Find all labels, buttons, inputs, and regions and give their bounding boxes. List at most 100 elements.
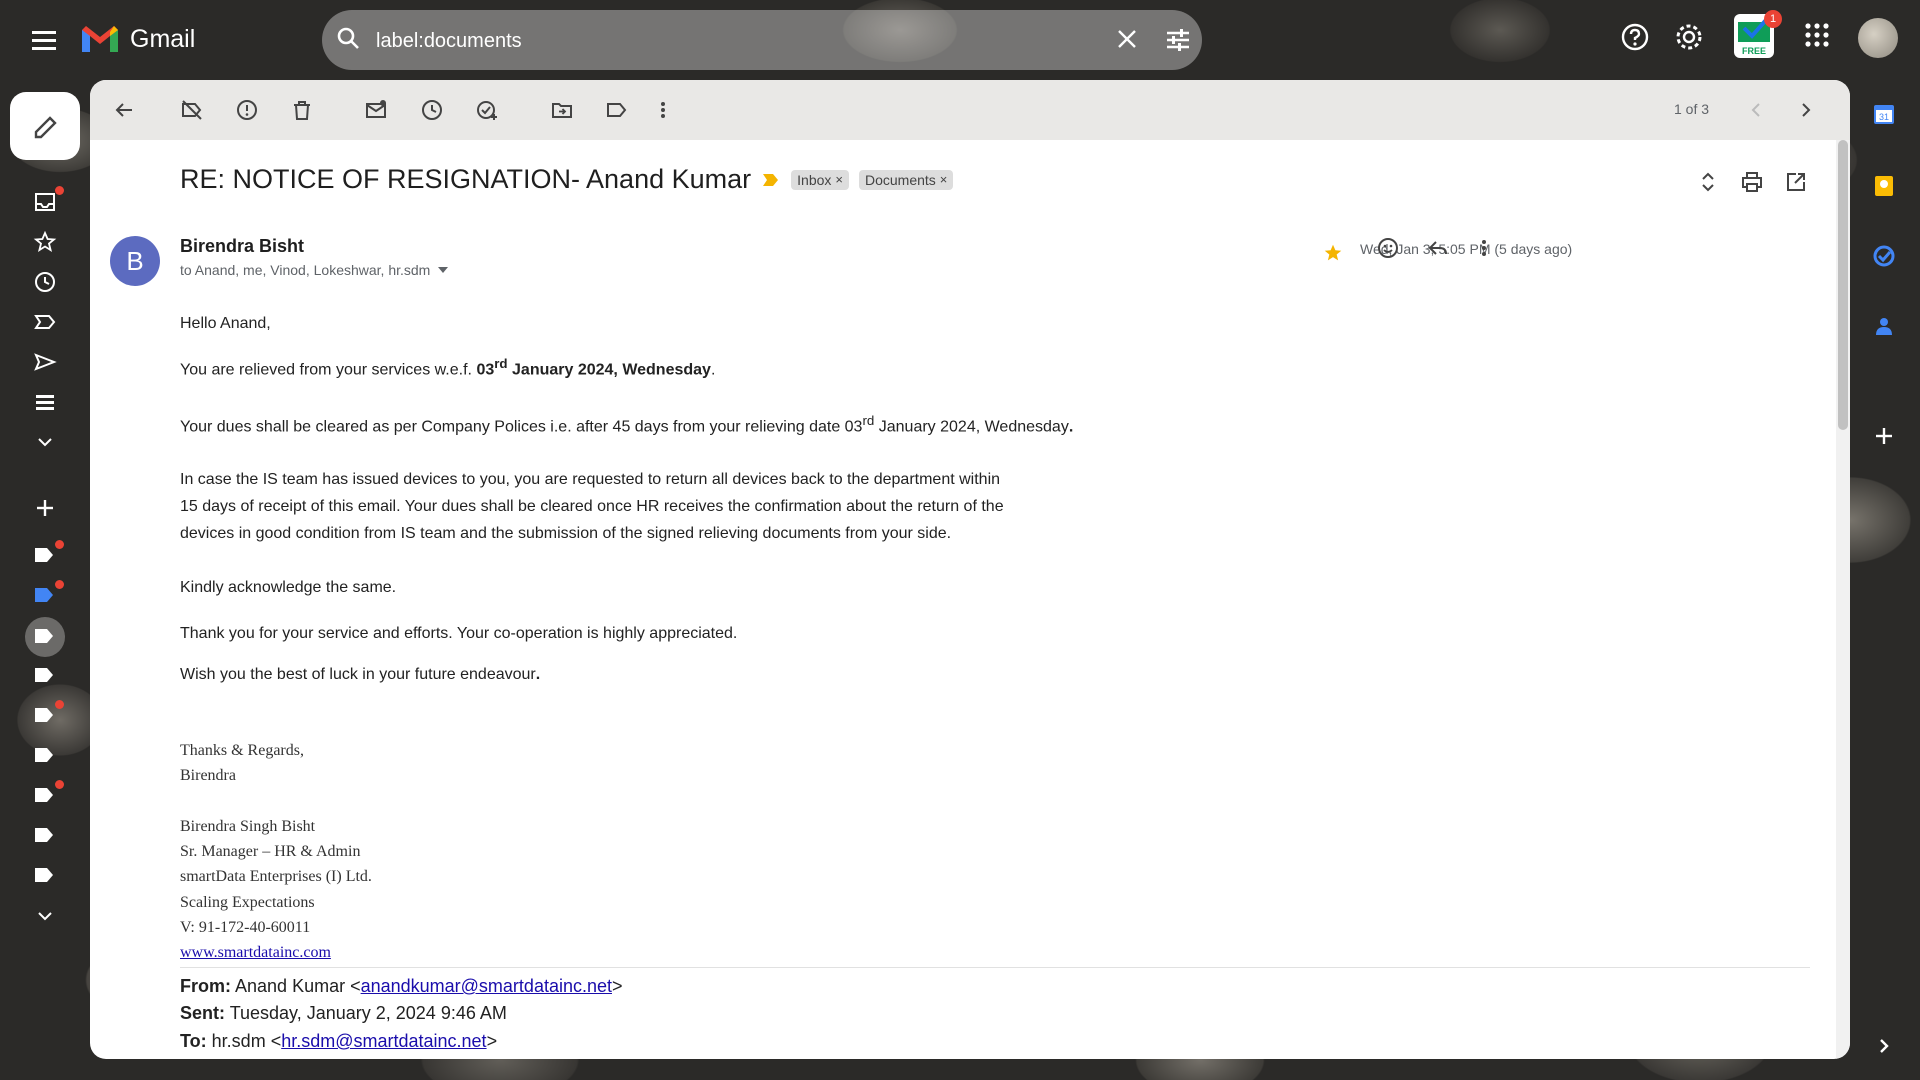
quoted-sent: Sent: Tuesday, January 2, 2024 9:46 AM (180, 1003, 507, 1023)
older-chevron-right-icon[interactable] (1794, 98, 1818, 122)
sent-icon[interactable] (33, 350, 57, 374)
search-input[interactable] (374, 24, 1068, 58)
sender-name[interactable]: Birendra Bisht (180, 236, 304, 257)
show-side-panel-chevron-icon[interactable] (1872, 1034, 1896, 1058)
label-tag-icon[interactable] (33, 546, 55, 564)
remove-label-icon[interactable]: × (835, 172, 843, 187)
back-arrow-icon[interactable] (112, 98, 136, 122)
newer-chevron-left-icon[interactable] (1744, 98, 1768, 122)
remove-label-icon[interactable]: × (940, 172, 948, 187)
star-filled-icon[interactable] (1322, 242, 1344, 264)
recipients: to Anand, me, Vinod, Lokeshwar, hr.sdm (180, 262, 450, 278)
signature-company: smartData Enterprises (I) Ltd. (180, 868, 372, 885)
top-bar: Gmail FREE 1 (0, 0, 1920, 80)
signature-full-name: Birendra Singh Bisht (180, 818, 316, 835)
website-link[interactable]: www.smartdatainc.com (180, 944, 331, 961)
print-icon[interactable] (1740, 170, 1764, 194)
signature-title: Sr. Manager – HR & Admin (180, 843, 361, 860)
label-chip-documents[interactable]: Documents × (858, 169, 954, 190)
signature-phone: V: 91-172-40-60011 (180, 919, 311, 936)
email-subject: RE: NOTICE OF RESIGNATION- Anand Kumar (180, 164, 752, 194)
label-tag-icon[interactable] (33, 866, 55, 884)
unread-dot (55, 540, 64, 549)
subject-row: RE: NOTICE OF RESIGNATION- Anand Kumar I… (180, 164, 954, 195)
label-tag-icon[interactable] (33, 786, 55, 804)
inbox-icon[interactable] (33, 190, 57, 214)
calendar-icon[interactable]: 31 (1872, 102, 1896, 126)
open-new-window-icon[interactable] (1784, 170, 1808, 194)
svg-text:31: 31 (1879, 112, 1889, 122)
settings-gear-icon[interactable] (1674, 22, 1704, 52)
clear-search-icon[interactable] (1114, 26, 1140, 52)
scrollbar[interactable] (1836, 140, 1850, 1059)
label-tag-icon[interactable] (33, 746, 55, 764)
search-icon[interactable] (336, 26, 362, 52)
starred-icon[interactable] (33, 230, 57, 254)
to-email-link[interactable]: hr.sdm@smartdatainc.net (281, 1031, 486, 1051)
gmail-logo[interactable]: Gmail (80, 24, 195, 54)
signature-website: www.smartdatainc.com (180, 944, 331, 962)
label-documents-icon[interactable] (33, 627, 55, 645)
show-details-chevron-icon[interactable] (436, 263, 450, 277)
label-tag-icon[interactable] (33, 826, 55, 844)
important-marker-icon[interactable] (761, 172, 781, 188)
all-mail-icon[interactable] (33, 390, 57, 414)
tasks-icon[interactable] (1872, 244, 1896, 268)
message-more-options-icon[interactable] (1478, 236, 1490, 260)
sender-avatar[interactable]: B (110, 236, 160, 286)
signature-tagline: Scaling Expectations (180, 894, 315, 911)
add-task-icon[interactable] (475, 98, 499, 122)
recipients-text: to Anand, me, Vinod, Lokeshwar, hr.sdm (180, 262, 431, 278)
body-paragraph-2: Your dues shall be cleared as per Compan… (180, 413, 1074, 436)
label-tag-icon[interactable] (33, 666, 55, 684)
badge-label: FREE (1741, 46, 1766, 56)
get-addons-plus-icon[interactable] (1872, 424, 1896, 448)
report-icon[interactable] (235, 98, 259, 122)
body-paragraph-3: In case the IS team has issued devices t… (180, 471, 1004, 542)
keep-notes-icon[interactable] (1872, 174, 1896, 198)
more-chevron-down-icon[interactable] (33, 430, 57, 454)
body-paragraph-1: You are relieved from your services w.e.… (180, 356, 716, 379)
label-tag-icon[interactable] (33, 706, 55, 724)
label-tag-blue-icon[interactable] (33, 586, 55, 604)
report-spam-tag-icon[interactable] (180, 98, 204, 122)
add-reaction-emoji-icon[interactable] (1376, 236, 1400, 260)
search-bar (322, 10, 1202, 70)
from-email-link[interactable]: anandkumar@smartdatainc.net (361, 976, 612, 996)
scrollbar-thumb[interactable] (1838, 140, 1848, 430)
create-label-plus-icon[interactable] (33, 496, 57, 520)
label-chip-inbox[interactable]: Inbox × (791, 169, 849, 190)
quoted-to: To: hr.sdm <hr.sdm@smartdatainc.net> (180, 1031, 498, 1051)
delete-trash-icon[interactable] (290, 98, 314, 122)
reply-arrow-icon[interactable] (1426, 236, 1450, 260)
gmail-m-icon (82, 26, 118, 52)
greeting: Hello Anand, (180, 315, 271, 332)
expand-all-icon[interactable] (1696, 170, 1720, 194)
notification-count: 1 (1764, 10, 1782, 28)
move-to-folder-icon[interactable] (550, 98, 574, 122)
main-menu-icon[interactable] (28, 26, 62, 54)
unread-dot (55, 700, 64, 709)
mark-unread-icon[interactable] (364, 98, 388, 122)
pagination-count: 1 of 3 (1674, 101, 1710, 117)
label-icon[interactable] (605, 98, 629, 122)
addon-free-badge[interactable]: FREE 1 (1734, 10, 1782, 58)
apps-grid-icon[interactable] (1804, 22, 1830, 48)
email-toolbar: 1 of 3 (90, 80, 1850, 140)
account-avatar[interactable] (1858, 18, 1898, 58)
quoted-from: From: Anand Kumar <anandkumar@smartdatai… (180, 976, 623, 996)
signature-closing: Thanks & Regards, (180, 742, 304, 759)
contacts-icon[interactable] (1872, 314, 1896, 338)
search-options-icon[interactable] (1164, 26, 1192, 54)
more-labels-chevron-icon[interactable] (33, 904, 57, 928)
help-icon[interactable] (1620, 22, 1650, 52)
snooze-clock-icon[interactable] (420, 98, 444, 122)
body-paragraph-5: Thank you for your service and efforts. … (180, 625, 738, 642)
important-icon[interactable] (33, 310, 57, 334)
pencil-icon (34, 116, 57, 139)
unread-dot (55, 186, 64, 195)
email-view: 1 of 3 RE: NOTICE OF RESIGNATION- Anand … (90, 80, 1850, 1059)
snoozed-clock-icon[interactable] (33, 270, 57, 294)
more-options-icon[interactable] (657, 98, 669, 122)
compose-button[interactable] (10, 92, 80, 160)
